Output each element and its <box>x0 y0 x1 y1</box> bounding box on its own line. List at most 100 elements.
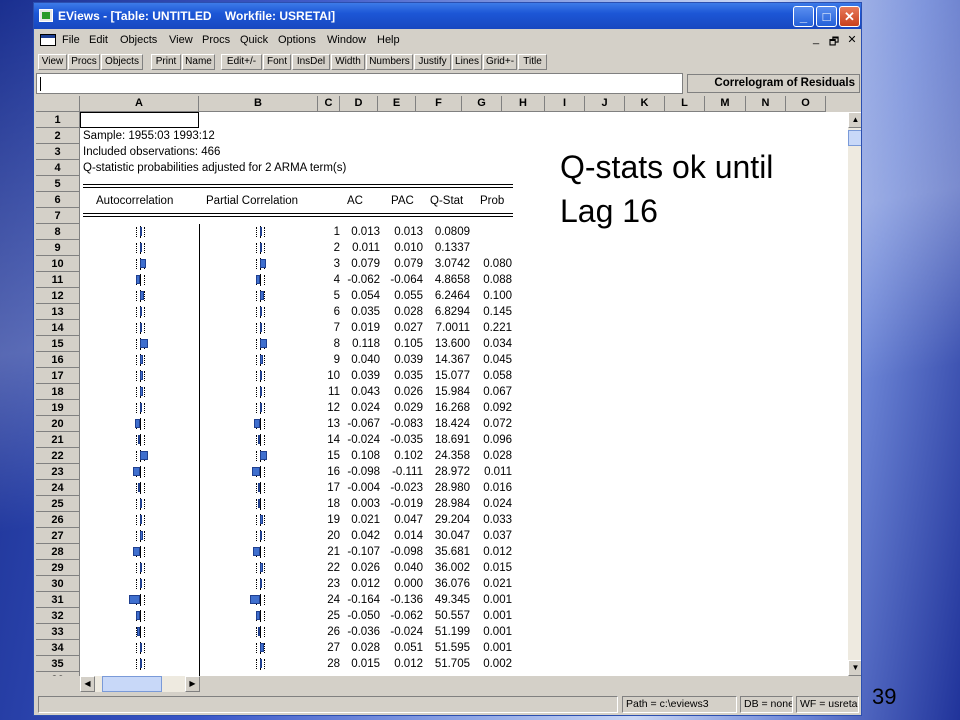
column-header-a[interactable]: A <box>80 96 199 112</box>
objects-button[interactable]: Objects <box>101 54 143 70</box>
print-button[interactable]: Print <box>151 54 181 70</box>
row-header[interactable]: 20 <box>36 416 80 432</box>
column-header-g[interactable]: G <box>462 96 502 112</box>
cell-edit-field[interactable] <box>36 73 683 94</box>
insdel-button[interactable]: InsDel <box>292 54 330 70</box>
row-header[interactable]: 8 <box>36 224 80 240</box>
column-header-e[interactable]: E <box>378 96 416 112</box>
column-header-f[interactable]: F <box>416 96 462 112</box>
mdi-close-icon[interactable]: ✕ <box>845 33 859 46</box>
column-header-k[interactable]: K <box>625 96 665 112</box>
row-header[interactable]: 7 <box>36 208 80 224</box>
corner-cell[interactable] <box>36 96 80 112</box>
menu-edit[interactable]: Edit <box>89 34 108 46</box>
row-header[interactable]: 14 <box>36 320 80 336</box>
scroll-up-button[interactable]: ▲ <box>848 112 861 128</box>
row-header[interactable]: 28 <box>36 544 80 560</box>
column-header-l[interactable]: L <box>665 96 705 112</box>
scroll-right-button[interactable]: ▶ <box>185 676 200 692</box>
row-header[interactable]: 6 <box>36 192 80 208</box>
row-header[interactable]: 18 <box>36 384 80 400</box>
column-header-n[interactable]: N <box>746 96 786 112</box>
row-header[interactable]: 32 <box>36 608 80 624</box>
menu-objects[interactable]: Objects <box>120 34 157 46</box>
row-header[interactable]: 2 <box>36 128 80 144</box>
menu-help[interactable]: Help <box>377 34 400 46</box>
column-header-m[interactable]: M <box>705 96 746 112</box>
scroll-down-button[interactable]: ▼ <box>848 660 861 676</box>
name-button[interactable]: Name <box>182 54 215 70</box>
minimize-button[interactable]: _ <box>793 6 814 27</box>
row-header[interactable]: 22 <box>36 448 80 464</box>
acf-bar <box>138 435 140 444</box>
row-header[interactable]: 5 <box>36 176 80 192</box>
prob-header: Prob <box>480 195 505 207</box>
row-header[interactable]: 13 <box>36 304 80 320</box>
mdi-restore-icon[interactable]: 🗗 <box>827 33 841 52</box>
row-header[interactable]: 35 <box>36 656 80 672</box>
lines-button[interactable]: Lines <box>452 54 482 70</box>
selected-cell-a1[interactable] <box>80 112 199 128</box>
maximize-button[interactable]: □ <box>816 6 837 27</box>
column-header-j[interactable]: J <box>585 96 625 112</box>
row-header[interactable]: 9 <box>36 240 80 256</box>
qstat-value: 30.047 <box>434 530 470 542</box>
qstat-value: 28.984 <box>434 498 470 510</box>
menu-window[interactable]: Window <box>327 34 366 46</box>
row-header[interactable]: 1 <box>36 112 80 128</box>
title-bar[interactable]: EViews - [Table: UNTITLED Workfile: USRE… <box>34 3 861 29</box>
menu-procs[interactable]: Procs <box>202 34 230 46</box>
row-header[interactable]: 17 <box>36 368 80 384</box>
vertical-scroll-thumb[interactable] <box>848 130 861 146</box>
width-button[interactable]: Width <box>331 54 365 70</box>
row-header[interactable]: 23 <box>36 464 80 480</box>
row-header[interactable]: 33 <box>36 624 80 640</box>
row-header[interactable]: 15 <box>36 336 80 352</box>
column-header-o[interactable]: O <box>786 96 826 112</box>
column-header-h[interactable]: H <box>502 96 545 112</box>
menu-options[interactable]: Options <box>278 34 316 46</box>
row-header[interactable]: 34 <box>36 640 80 656</box>
menu-file[interactable]: File <box>62 34 80 46</box>
column-header-d[interactable]: D <box>340 96 378 112</box>
row-header[interactable]: 31 <box>36 592 80 608</box>
pac-value: 0.014 <box>394 530 423 542</box>
justify-button[interactable]: Justify <box>414 54 451 70</box>
column-header-i[interactable]: I <box>545 96 585 112</box>
column-header-c[interactable]: C <box>318 96 340 112</box>
horizontal-scroll-thumb[interactable] <box>102 676 162 692</box>
scroll-left-button[interactable]: ◀ <box>80 676 95 692</box>
menu-view[interactable]: View <box>169 34 193 46</box>
vertical-scrollbar[interactable]: ▲ ▼ <box>848 112 861 676</box>
edit-toggle-button[interactable]: Edit+/- <box>221 54 262 70</box>
row-header[interactable]: 29 <box>36 560 80 576</box>
font-button[interactable]: Font <box>263 54 291 70</box>
row-header[interactable]: 19 <box>36 400 80 416</box>
menu-quick[interactable]: Quick <box>240 34 268 46</box>
row-header[interactable]: 11 <box>36 272 80 288</box>
view-button[interactable]: View <box>38 54 67 70</box>
column-header-b[interactable]: B <box>199 96 318 112</box>
row-header[interactable]: 21 <box>36 432 80 448</box>
pacf-confidence-right <box>264 307 265 317</box>
row-header[interactable]: 27 <box>36 528 80 544</box>
row-header[interactable]: 25 <box>36 496 80 512</box>
row-header[interactable]: 24 <box>36 480 80 496</box>
row-header[interactable]: 30 <box>36 576 80 592</box>
row-header[interactable]: 26 <box>36 512 80 528</box>
row-header[interactable]: 3 <box>36 144 80 160</box>
eviews-app-icon[interactable] <box>39 9 53 22</box>
close-button[interactable]: ✕ <box>839 6 860 27</box>
mdi-minimize-icon[interactable]: _ <box>809 33 823 45</box>
grid-button[interactable]: Grid+- <box>483 54 517 70</box>
row-header[interactable]: 10 <box>36 256 80 272</box>
row-header[interactable]: 16 <box>36 352 80 368</box>
title-button[interactable]: Title <box>518 54 547 70</box>
document-icon[interactable] <box>40 34 56 46</box>
numbers-button[interactable]: Numbers <box>366 54 413 70</box>
prob-value <box>472 240 512 256</box>
procs-button[interactable]: Procs <box>68 54 100 70</box>
horizontal-scrollbar[interactable]: ◀ ▶ <box>80 676 200 692</box>
row-header[interactable]: 4 <box>36 160 80 176</box>
row-header[interactable]: 12 <box>36 288 80 304</box>
